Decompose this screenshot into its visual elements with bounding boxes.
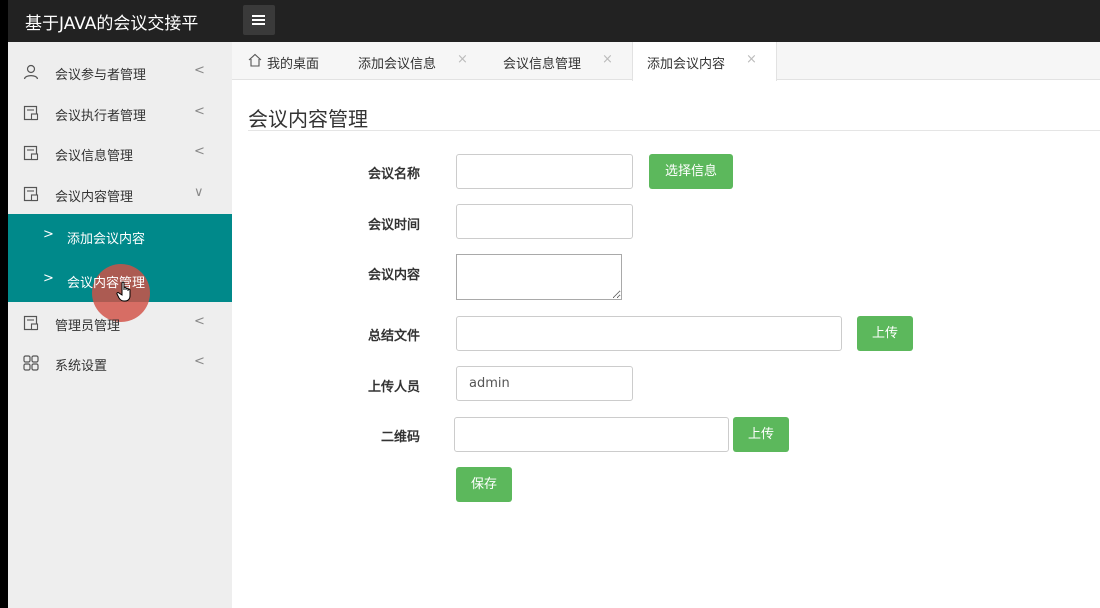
sidebar-item-label: 会议参与者管理 bbox=[55, 68, 147, 83]
upload-summary-button[interactable]: 上传 bbox=[857, 316, 913, 351]
sidebar-item-meeting-info[interactable]: 会议信息管理 < bbox=[8, 133, 232, 173]
home-icon bbox=[248, 53, 262, 67]
sidebar-item-label: 系统设置 bbox=[55, 359, 108, 374]
sidebar-item-label: 会议执行者管理 bbox=[55, 109, 147, 124]
sidebar-item-participants[interactable]: 会议参与者管理 < bbox=[8, 52, 232, 92]
tab-meeting-info-management[interactable]: 会议信息管理 × bbox=[492, 42, 637, 80]
sidebar-item-executors[interactable]: 会议执行者管理 < bbox=[8, 93, 232, 133]
sidebar-item-settings[interactable]: 系统设置 < bbox=[8, 343, 232, 383]
tab-label: 会议信息管理 bbox=[503, 57, 582, 72]
sidebar-subitem-content-management[interactable]: > 会议内容管理 bbox=[8, 258, 232, 322]
uploader-input[interactable] bbox=[456, 366, 633, 401]
chevron-right-icon: > bbox=[43, 227, 54, 242]
chevron-left-icon: < bbox=[194, 144, 205, 159]
document-icon bbox=[23, 315, 39, 331]
summary-file-input[interactable] bbox=[456, 316, 842, 351]
page-title: 会议内容管理 bbox=[248, 107, 368, 131]
meeting-time-input[interactable] bbox=[456, 204, 633, 239]
tab-bar: 我的桌面 添加会议信息 × 会议信息管理 × 添加会议内容 × bbox=[232, 42, 1100, 81]
menu-toggle-button[interactable] bbox=[243, 5, 275, 35]
qrcode-label: 二维码 bbox=[381, 430, 421, 445]
hamburger-icon-line bbox=[252, 19, 265, 21]
chevron-down-icon: ∨ bbox=[194, 185, 204, 200]
chevron-left-icon: < bbox=[194, 314, 205, 329]
tab-label: 添加会议信息 bbox=[358, 57, 437, 72]
meeting-content-label: 会议内容 bbox=[368, 268, 421, 283]
meeting-content-textarea[interactable] bbox=[456, 254, 622, 300]
sidebar-item-label: 会议信息管理 bbox=[55, 149, 134, 164]
upload-qrcode-button[interactable]: 上传 bbox=[733, 417, 789, 452]
meeting-name-input[interactable] bbox=[456, 154, 633, 189]
close-icon[interactable]: × bbox=[746, 52, 757, 67]
chevron-left-icon: < bbox=[194, 63, 205, 78]
meeting-name-label: 会议名称 bbox=[368, 167, 421, 182]
sidebar-subitem-label: 添加会议内容 bbox=[67, 232, 146, 247]
sidebar-item-label: 会议内容管理 bbox=[55, 190, 134, 205]
document-icon bbox=[23, 105, 39, 121]
close-icon[interactable]: × bbox=[457, 52, 468, 67]
document-icon bbox=[23, 186, 39, 202]
user-icon bbox=[23, 64, 39, 80]
app-window: 基于JAVA的会议交接平 会议参与者管理 < 会议执行者管理 < 会议信息管理 … bbox=[8, 0, 1100, 608]
hand-cursor-icon bbox=[116, 281, 131, 302]
tab-add-meeting-info[interactable]: 添加会议信息 × bbox=[347, 42, 492, 80]
chevron-right-icon: > bbox=[43, 271, 54, 286]
meeting-time-label: 会议时间 bbox=[368, 218, 421, 233]
chevron-left-icon: < bbox=[194, 104, 205, 119]
tab-my-desktop[interactable]: 我的桌面 bbox=[232, 42, 347, 80]
sidebar: 会议参与者管理 < 会议执行者管理 < 会议信息管理 < 会议内容管理 ∨ > … bbox=[8, 42, 232, 608]
summary-file-label: 总结文件 bbox=[368, 329, 421, 344]
sidebar-item-admin[interactable]: 管理员管理 < bbox=[8, 303, 232, 343]
hamburger-icon-line bbox=[252, 23, 265, 25]
save-button[interactable]: 保存 bbox=[456, 467, 512, 502]
document-icon bbox=[23, 145, 39, 161]
sidebar-item-label: 管理员管理 bbox=[55, 319, 121, 334]
divider bbox=[248, 130, 1100, 131]
hamburger-icon bbox=[252, 15, 265, 17]
grid-icon bbox=[23, 355, 39, 371]
chevron-left-icon: < bbox=[194, 354, 205, 369]
tab-label: 我的桌面 bbox=[267, 57, 320, 72]
close-icon[interactable]: × bbox=[602, 52, 613, 67]
tab-add-meeting-content[interactable]: 添加会议内容 × bbox=[632, 42, 777, 81]
app-title: 基于JAVA的会议交接平 bbox=[25, 14, 199, 34]
sidebar-item-meeting-content[interactable]: 会议内容管理 ∨ bbox=[8, 174, 232, 214]
sidebar-subitem-add-content[interactable]: > 添加会议内容 bbox=[8, 214, 232, 258]
qrcode-input[interactable] bbox=[454, 417, 729, 452]
tab-label: 添加会议内容 bbox=[647, 57, 726, 72]
uploader-label: 上传人员 bbox=[368, 380, 421, 395]
select-info-button[interactable]: 选择信息 bbox=[649, 154, 733, 189]
top-bar: 基于JAVA的会议交接平 bbox=[8, 0, 1100, 42]
